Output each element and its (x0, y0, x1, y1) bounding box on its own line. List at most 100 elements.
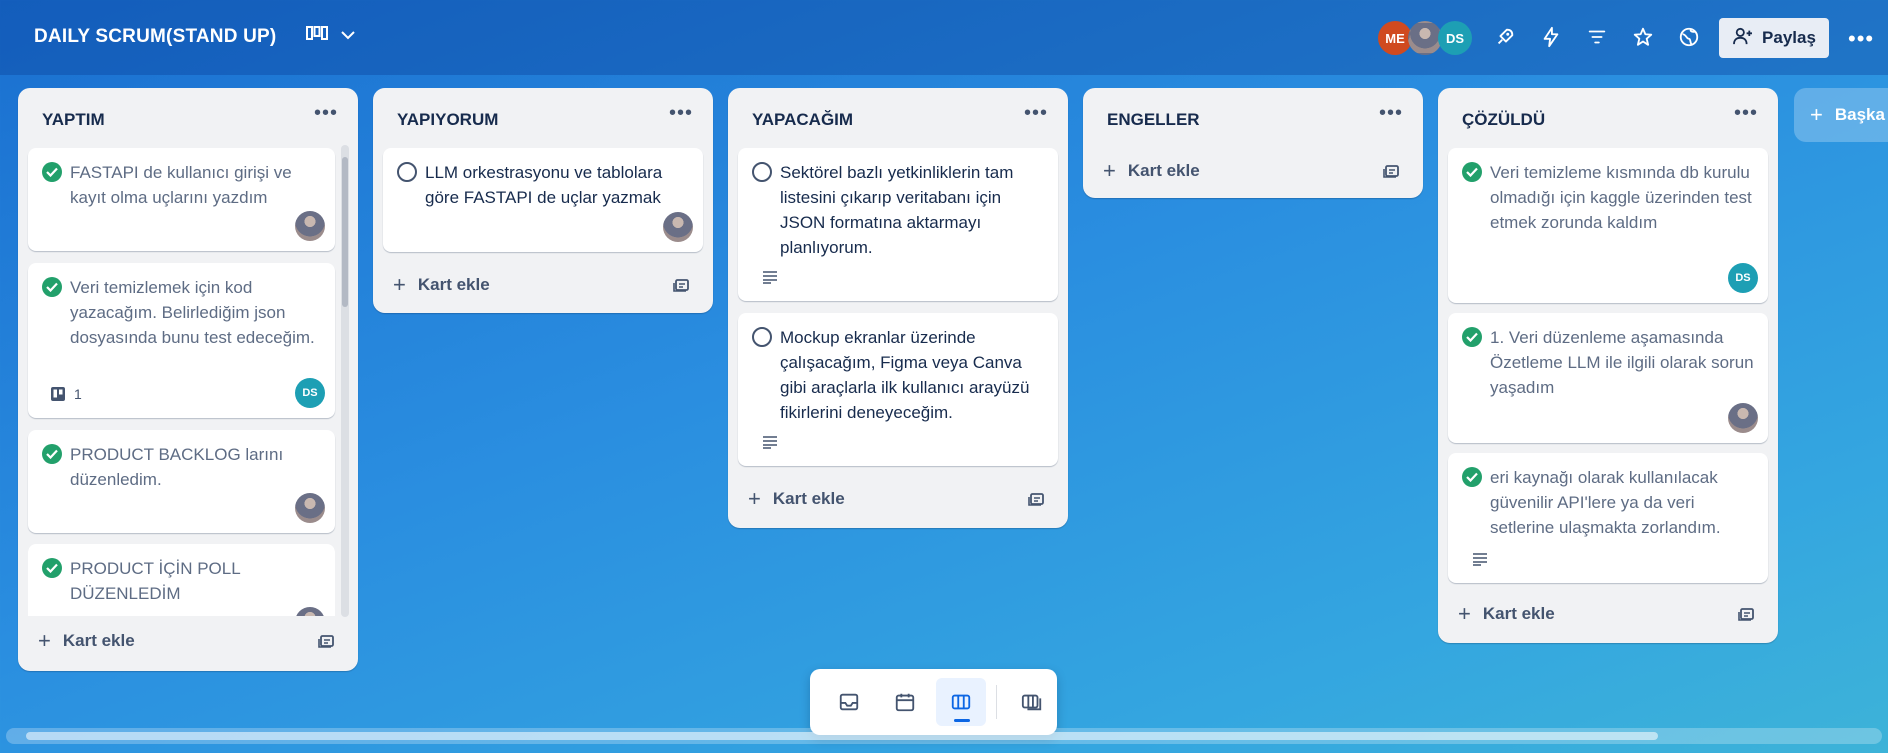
check-complete-icon[interactable] (1462, 162, 1482, 182)
description-icon (762, 435, 778, 454)
member-avatar[interactable]: DS (1728, 263, 1758, 293)
add-card-button[interactable]: + Kart ekle (1103, 158, 1200, 184)
view-switcher[interactable] (306, 26, 356, 47)
description-icon (762, 270, 778, 289)
card-template-icon[interactable] (1383, 162, 1401, 185)
plus-icon: + (1458, 601, 1471, 626)
list-card[interactable]: Sektörel bazlı yetkinliklerin tam listes… (738, 148, 1058, 301)
share-button[interactable]: Paylaş (1719, 18, 1829, 58)
card-template-icon[interactable] (673, 276, 691, 299)
inbox-icon[interactable] (824, 678, 874, 726)
list-menu-icon[interactable]: ••• (1734, 102, 1758, 125)
plus-icon: + (393, 272, 406, 297)
add-list-button[interactable]: + Başka (1794, 88, 1888, 142)
list-title[interactable]: YAPACAĞIM (752, 110, 853, 130)
add-list-label: Başka (1834, 105, 1885, 124)
scrollbar-thumb[interactable] (26, 732, 1658, 740)
list-card[interactable]: PRODUCT İÇİN POLL DÜZENLEDİM (28, 544, 335, 616)
scrollbar-thumb[interactable] (342, 157, 348, 307)
list-card[interactable]: Veri temizleme kısmında db kurulu olmadı… (1448, 148, 1768, 303)
card-title: LLM orkestrasyonu ve tablolara göre FAST… (425, 163, 663, 207)
add-member-icon (1732, 27, 1754, 50)
check-complete-icon[interactable] (1462, 327, 1482, 347)
add-card-label: Kart ekle (417, 275, 490, 294)
check-complete-icon[interactable] (42, 277, 62, 297)
chevron-down-icon[interactable] (340, 28, 356, 46)
plus-icon: + (38, 628, 51, 653)
power-ups-icon[interactable] (1492, 22, 1518, 52)
plus-icon: + (748, 486, 761, 511)
add-card-label: Kart ekle (1482, 604, 1555, 623)
board-icon[interactable] (936, 678, 987, 726)
list-menu-icon[interactable]: ••• (669, 102, 693, 125)
list-card[interactable]: 1. Veri düzenleme aşamasında Özetleme LL… (1448, 313, 1768, 443)
card-template-icon[interactable] (1738, 605, 1756, 628)
card-template-icon[interactable] (1028, 490, 1046, 513)
list-card[interactable]: eri kaynağı olarak kullanılacak güvenili… (1448, 453, 1768, 583)
card-badge-checklist: 1 (50, 386, 82, 402)
check-complete-icon[interactable] (42, 444, 62, 464)
member-avatar[interactable] (295, 211, 325, 241)
check-incomplete-icon[interactable] (752, 327, 772, 347)
member-avatar[interactable] (1408, 21, 1442, 55)
list-yaptim: YAPTIM ••• FASTAPI de kullanıcı girişi v… (18, 88, 358, 671)
card-template-icon[interactable] (318, 632, 336, 655)
automation-icon[interactable] (1538, 22, 1564, 52)
member-avatar[interactable]: DS (295, 378, 325, 408)
card-title: FASTAPI de kullanıcı girişi ve kayıt olm… (70, 163, 292, 207)
card-title: Veri temizleme kısmında db kurulu olmadı… (1490, 163, 1752, 232)
member-avatar[interactable] (1728, 403, 1758, 433)
filter-icon[interactable] (1584, 22, 1610, 52)
checklist-count: 1 (74, 386, 82, 402)
more-icon[interactable]: ••• (1848, 26, 1874, 52)
add-card-button[interactable]: + Kart ekle (1458, 601, 1555, 627)
calendar-icon[interactable] (880, 678, 930, 726)
toolbar-divider (996, 685, 998, 719)
list-overflow-clip: PRODUCT İÇİN POLL DÜZENLEDİM (28, 544, 335, 616)
trello-board-icon (51, 387, 65, 401)
switch-boards-icon[interactable] (1007, 678, 1057, 726)
board-view-icon[interactable] (306, 26, 328, 47)
check-complete-icon[interactable] (1462, 467, 1482, 487)
list-scrollbar[interactable] (341, 145, 349, 617)
list-card[interactable]: FASTAPI de kullanıcı girişi ve kayıt olm… (28, 148, 335, 251)
add-card-label: Kart ekle (1127, 161, 1200, 180)
member-avatar[interactable] (663, 212, 693, 242)
card-title: eri kaynağı olarak kullanılacak güvenili… (1490, 468, 1721, 537)
check-incomplete-icon[interactable] (397, 162, 417, 182)
check-incomplete-icon[interactable] (752, 162, 772, 182)
add-card-label: Kart ekle (62, 631, 135, 650)
board-title[interactable]: DAILY SCRUM(STAND UP) (34, 26, 276, 48)
list-card[interactable]: Veri temizlemek için kod yazacağım. Beli… (28, 263, 335, 418)
add-card-label: Kart ekle (772, 489, 845, 508)
list-yapacagim: YAPACAĞIM ••• Sektörel bazlı yetkinlikle… (728, 88, 1068, 528)
list-card[interactable]: PRODUCT BACKLOG larını düzenledim. (28, 430, 335, 533)
list-card[interactable]: Mockup ekranlar üzerinde çalışacağım, Fi… (738, 313, 1058, 466)
share-label: Paylaş (1762, 28, 1816, 47)
member-avatar[interactable]: DS (1438, 21, 1472, 55)
member-avatar[interactable] (295, 607, 325, 616)
member-avatar[interactable]: ME (1378, 21, 1412, 55)
list-cozuldu: ÇÖZÜLDÜ ••• Veri temizleme kısmında db k… (1438, 88, 1778, 643)
list-title[interactable]: ENGELLER (1107, 110, 1200, 130)
list-title[interactable]: YAPIYORUM (397, 110, 498, 130)
board-horizontal-scrollbar[interactable] (6, 728, 1882, 744)
description-icon (1472, 552, 1488, 571)
add-card-button[interactable]: + Kart ekle (393, 272, 490, 298)
card-title: PRODUCT BACKLOG larını düzenledim. (70, 445, 284, 489)
list-menu-icon[interactable]: ••• (314, 102, 338, 125)
board-members[interactable]: ME DS (1378, 21, 1472, 55)
member-avatar[interactable] (295, 493, 325, 523)
globe-icon[interactable] (1676, 22, 1702, 52)
check-complete-icon[interactable] (42, 558, 62, 578)
star-icon[interactable] (1630, 22, 1656, 52)
list-title[interactable]: YAPTIM (42, 110, 105, 130)
add-card-button[interactable]: + Kart ekle (38, 628, 135, 654)
list-title[interactable]: ÇÖZÜLDÜ (1462, 110, 1545, 130)
add-card-button[interactable]: + Kart ekle (748, 486, 845, 512)
list-menu-icon[interactable]: ••• (1379, 102, 1403, 125)
card-title: 1. Veri düzenleme aşamasında Özetleme LL… (1490, 328, 1754, 397)
list-menu-icon[interactable]: ••• (1024, 102, 1048, 125)
list-card[interactable]: LLM orkestrasyonu ve tablolara göre FAST… (383, 148, 703, 252)
check-complete-icon[interactable] (42, 162, 62, 182)
